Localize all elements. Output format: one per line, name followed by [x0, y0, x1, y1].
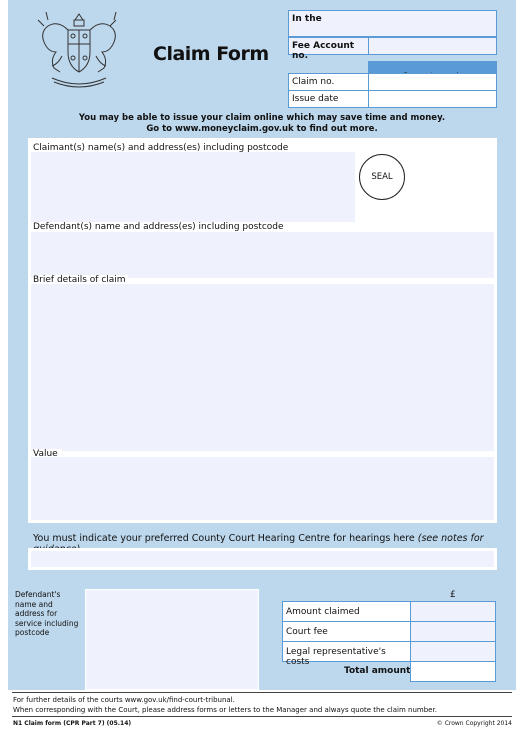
footer-correspondence: When corresponding with the Court, pleas… — [13, 706, 437, 714]
amount-claimed-field[interactable] — [410, 601, 496, 622]
online-notice-line1: You may be able to issue your claim onli… — [78, 113, 446, 123]
defendant-field[interactable] — [31, 232, 494, 278]
service-address-label: Defendant's name and address for service… — [15, 590, 79, 637]
copyright: © Crown Copyright 2014 — [436, 720, 512, 727]
currency-symbol: £ — [450, 590, 456, 600]
value-field[interactable] — [31, 457, 494, 520]
fee-account-label-cell: Fee Account no. — [288, 37, 369, 61]
in-the-field[interactable]: In the — [288, 10, 497, 37]
footer-divider-top — [12, 692, 512, 693]
amount-claimed-label-cell: Amount claimed — [282, 601, 411, 622]
online-notice-line2: Go to www.moneyclaim.gov.uk to find out … — [146, 124, 378, 134]
total-amount-label: Total amount — [344, 666, 411, 676]
seal-stamp: SEAL — [359, 154, 405, 200]
in-the-label: In the — [292, 14, 322, 24]
defendant-label: Defendant(s) name and address(es) includ… — [33, 222, 284, 232]
footer-divider-bottom — [12, 716, 512, 717]
court-fee-label-cell: Court fee — [282, 621, 411, 642]
royal-crest-icon — [24, 6, 134, 96]
issue-date-label: Issue date — [292, 94, 339, 104]
court-use-header: For court use only — [368, 61, 497, 79]
court-fee-field[interactable] — [410, 621, 496, 642]
hearing-centre-field[interactable] — [28, 548, 497, 570]
form-id: N1 Claim form (CPR Part 7) (05.14) — [13, 720, 132, 727]
claim-no-label-cell: Claim no. — [288, 73, 369, 91]
legal-costs-label-cell: Legal representative's costs — [282, 641, 411, 667]
footer-courts-link: For further details of the courts www.go… — [13, 696, 235, 704]
seal-label: SEAL — [371, 172, 393, 182]
court-fee-label: Court fee — [286, 627, 328, 637]
service-address-field[interactable] — [85, 589, 259, 690]
fee-account-label: Fee Account no. — [292, 41, 355, 61]
claimant-field[interactable] — [31, 152, 355, 222]
fee-account-field[interactable] — [368, 37, 497, 55]
claim-no-label: Claim no. — [292, 77, 335, 87]
details-field[interactable] — [31, 284, 494, 451]
claim-no-field[interactable] — [368, 73, 497, 91]
legal-costs-label: Legal representative's costs — [286, 647, 386, 667]
total-amount-field[interactable] — [410, 661, 496, 682]
issue-date-field[interactable] — [368, 90, 497, 108]
amount-claimed-label: Amount claimed — [286, 607, 360, 617]
hearing-centre-text: You must indicate your preferred County … — [33, 533, 415, 544]
legal-costs-field[interactable] — [410, 641, 496, 662]
issue-date-label-cell: Issue date — [288, 90, 369, 108]
page-title: Claim Form — [153, 43, 269, 65]
